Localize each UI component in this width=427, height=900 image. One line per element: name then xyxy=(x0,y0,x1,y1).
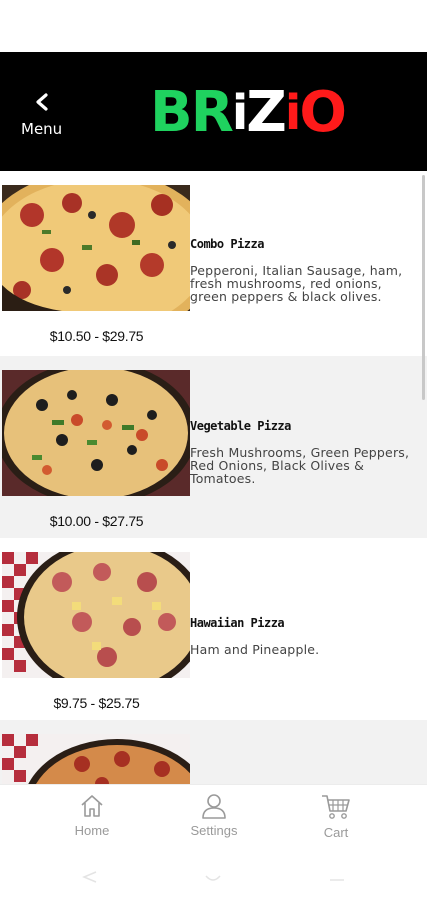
item-price: $9.75 - $25.75 xyxy=(53,695,140,711)
hawaiian-pizza-image xyxy=(2,552,190,678)
status-bar xyxy=(0,0,427,52)
back-button[interactable]: Menu xyxy=(18,88,68,140)
vegetable-pizza-image xyxy=(2,370,190,496)
brizio-logo: B R i Z i O xyxy=(150,78,347,148)
logo-letter: R xyxy=(190,80,234,145)
tab-label: Home xyxy=(74,823,110,838)
recents-nav-icon[interactable] xyxy=(328,870,346,884)
tab-label: Cart xyxy=(323,825,349,840)
system-nav-bar xyxy=(0,854,427,900)
item-price: $10.50 - $29.75 xyxy=(49,328,144,344)
home-nav-icon[interactable] xyxy=(204,870,222,884)
person-icon xyxy=(202,794,226,819)
menu-item-combo[interactable]: Combo Pizza Pepperoni, Italian Sausage, … xyxy=(0,171,427,353)
menu-item-partial[interactable] xyxy=(0,720,427,784)
combo-pizza-image xyxy=(2,185,190,311)
item-name: Combo Pizza xyxy=(190,237,264,251)
back-label: Menu xyxy=(21,120,63,138)
tab-cart[interactable]: Cart xyxy=(291,793,381,849)
item-description: Pepperoni, Italian Sausage, ham, fresh m… xyxy=(190,263,403,304)
item-description: Fresh Mushrooms, Green Peppers, Red Onio… xyxy=(190,445,410,486)
home-icon xyxy=(81,795,103,817)
item-price: $10.00 - $27.75 xyxy=(49,513,144,529)
logo-letter: i xyxy=(231,85,249,141)
bottom-tab-bar: Home Settings Cart xyxy=(0,784,427,854)
chevron-left-icon xyxy=(36,93,48,111)
app-header: Menu B R i Z i O xyxy=(0,52,427,171)
menu-item-hawaiian[interactable]: Hawaiian Pizza Ham and Pineapple. $9.75 … xyxy=(0,538,427,720)
cart-icon xyxy=(322,795,350,819)
pizza-image xyxy=(2,734,190,784)
back-nav-icon[interactable] xyxy=(80,870,98,884)
menu-list[interactable]: Combo Pizza Pepperoni, Italian Sausage, … xyxy=(0,171,427,784)
item-description: Ham and Pineapple. xyxy=(190,642,320,657)
logo-letter: O xyxy=(299,80,347,145)
logo-letter: i xyxy=(284,85,302,141)
logo-letter: Z xyxy=(246,80,287,145)
tab-settings[interactable]: Settings xyxy=(169,793,259,849)
tab-label: Settings xyxy=(190,823,238,838)
item-name: Vegetable Pizza xyxy=(190,419,291,433)
tab-home[interactable]: Home xyxy=(47,793,137,849)
logo-letter: B xyxy=(150,80,193,145)
scrollbar[interactable] xyxy=(422,175,425,400)
menu-item-vegetable[interactable]: Vegetable Pizza Fresh Mushrooms, Green P… xyxy=(0,356,427,538)
item-name: Hawaiian Pizza xyxy=(190,616,285,630)
